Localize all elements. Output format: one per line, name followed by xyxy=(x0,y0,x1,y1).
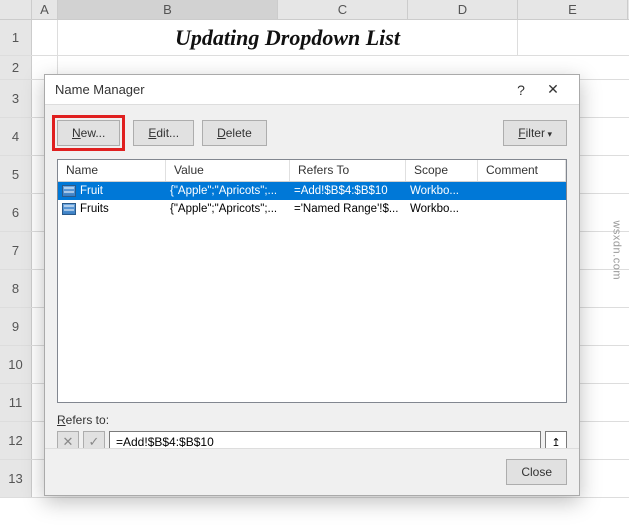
new-button[interactable]: New... xyxy=(57,120,120,146)
refers-to-label: Refers to: xyxy=(57,413,567,427)
close-icon[interactable]: ✕ xyxy=(537,75,569,105)
cell-a1[interactable] xyxy=(32,20,58,55)
col-header-b[interactable]: B xyxy=(58,0,278,19)
row-header-7[interactable]: 7 xyxy=(0,232,32,269)
col-header-d[interactable]: D xyxy=(408,0,518,19)
watermark: wsxdn.com xyxy=(611,220,623,280)
col-header-a[interactable]: A xyxy=(32,0,58,19)
col-header-c[interactable]: C xyxy=(278,0,408,19)
names-grid: Name Value Refers To Scope Comment Fruit… xyxy=(57,159,567,403)
row-header-8[interactable]: 8 xyxy=(0,270,32,307)
refers-to-section: Refers to: ✕ ✓ ↥ xyxy=(57,413,567,453)
col-comment[interactable]: Comment xyxy=(478,160,566,181)
row-header-3[interactable]: 3 xyxy=(0,80,32,117)
row-header-5[interactable]: 5 xyxy=(0,156,32,193)
name-row-fruit[interactable]: Fruit {"Apple";"Apricots";... =Add!$B$4:… xyxy=(58,182,566,200)
edit-button[interactable]: Edit... xyxy=(133,120,194,146)
column-headers: A B C D E xyxy=(0,0,629,20)
row-header-11[interactable]: 11 xyxy=(0,384,32,421)
row-header-2[interactable]: 2 xyxy=(0,56,32,79)
close-button[interactable]: Close xyxy=(506,459,567,485)
grid-header: Name Value Refers To Scope Comment xyxy=(58,160,566,182)
name-row-fruits[interactable]: Fruits {"Apple";"Apricots";... ='Named R… xyxy=(58,200,566,218)
highlight-annotation: New... xyxy=(52,115,125,151)
row-header-13[interactable]: 13 xyxy=(0,460,32,497)
col-value[interactable]: Value xyxy=(166,160,290,181)
filter-button[interactable]: Filter xyxy=(503,120,567,146)
help-button[interactable]: ? xyxy=(505,75,537,105)
row-header-1[interactable]: 1 xyxy=(0,20,32,55)
row-header-12[interactable]: 12 xyxy=(0,422,32,459)
col-scope[interactable]: Scope xyxy=(406,160,478,181)
row-header-10[interactable]: 10 xyxy=(0,346,32,383)
dialog-titlebar: Name Manager ? ✕ xyxy=(45,75,579,105)
table-icon xyxy=(62,203,76,215)
name-manager-dialog: Name Manager ? ✕ New... Edit... Delete F… xyxy=(44,74,580,496)
row-header-6[interactable]: 6 xyxy=(0,194,32,231)
select-all-corner[interactable] xyxy=(0,0,32,19)
dialog-toolbar: New... Edit... Delete Filter xyxy=(45,105,579,159)
col-header-e[interactable]: E xyxy=(518,0,628,19)
table-icon xyxy=(62,185,76,197)
delete-button[interactable]: Delete xyxy=(202,120,267,146)
dialog-title: Name Manager xyxy=(55,82,145,97)
col-refers[interactable]: Refers To xyxy=(290,160,406,181)
row-header-4[interactable]: 4 xyxy=(0,118,32,155)
row-header-9[interactable]: 9 xyxy=(0,308,32,345)
row-1: 1 Updating Dropdown List xyxy=(0,20,629,56)
col-name[interactable]: Name xyxy=(58,160,166,181)
dialog-footer: Close xyxy=(45,448,579,495)
title-cell[interactable]: Updating Dropdown List xyxy=(58,20,518,55)
